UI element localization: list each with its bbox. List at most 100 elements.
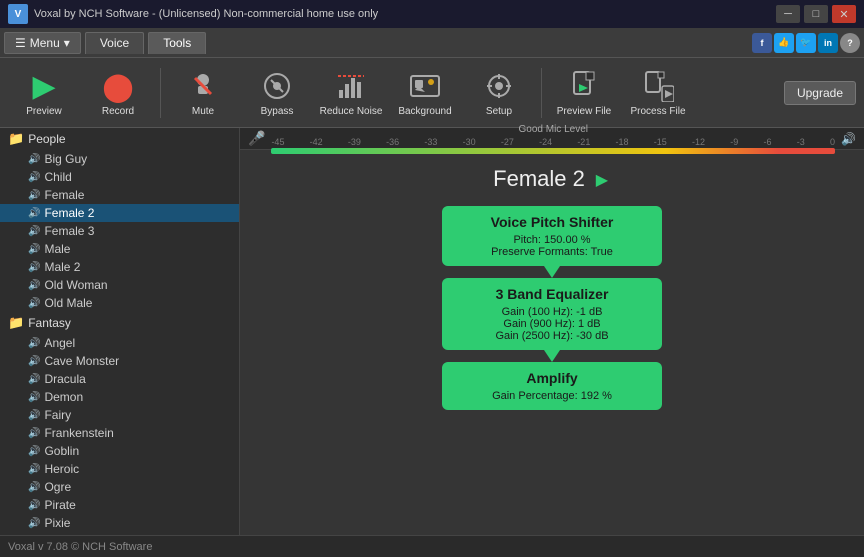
level-scale: -45 -42 -39 -36 -33 -30 -27 -24 -21 -18 … bbox=[271, 137, 835, 147]
list-item[interactable]: 🔊 Male 2 bbox=[0, 258, 239, 276]
effect-amplify[interactable]: Amplify Gain Percentage: 192 % bbox=[442, 362, 662, 410]
list-item[interactable]: 🔊 Ogre bbox=[0, 478, 239, 496]
process-file-icon bbox=[640, 68, 676, 104]
list-item[interactable]: 🔊 Heroic bbox=[0, 460, 239, 478]
effect-param-1: Gain (100 Hz): -1 dB bbox=[462, 306, 642, 318]
list-item[interactable]: 🔊 Pixie bbox=[0, 514, 239, 532]
setup-label: Setup bbox=[486, 106, 512, 117]
list-item[interactable]: 🔊 Female bbox=[0, 186, 239, 204]
voice-play-button[interactable]: ▶ bbox=[593, 170, 611, 188]
window-title: Voxal by NCH Software - (Unlicensed) Non… bbox=[34, 8, 776, 20]
microphone-icon: 🎤 bbox=[248, 130, 265, 147]
group-fantasy[interactable]: 📁 Fantasy bbox=[0, 312, 239, 334]
menu-label: Menu bbox=[30, 36, 60, 50]
twitter-icon[interactable]: 🐦 bbox=[796, 33, 816, 53]
speaker-icon: 🔊 bbox=[28, 280, 40, 291]
list-item[interactable]: 🔊 Fairy bbox=[0, 406, 239, 424]
background-button[interactable]: Background bbox=[389, 62, 461, 124]
arrow-down-1 bbox=[544, 266, 560, 278]
preview-button[interactable]: ▶ Preview bbox=[8, 62, 80, 124]
item-label: Female bbox=[44, 188, 84, 202]
title-bar: V Voxal by NCH Software - (Unlicensed) N… bbox=[0, 0, 864, 28]
group-fantasy-label: Fantasy bbox=[28, 316, 71, 330]
list-item[interactable]: 🔊 Demon bbox=[0, 388, 239, 406]
item-label: Ogre bbox=[44, 480, 71, 494]
speaker-icon: 🔊 bbox=[28, 356, 40, 367]
speaker-icon: 🔊 bbox=[28, 298, 40, 309]
linkedin-icon[interactable]: in bbox=[818, 33, 838, 53]
effect-param-2: Gain (900 Hz): 1 dB bbox=[462, 318, 642, 330]
list-item[interactable]: 🔊 Pirate bbox=[0, 496, 239, 514]
process-file-button[interactable]: Process File bbox=[622, 62, 694, 124]
list-item[interactable]: 🔊 Old Male bbox=[0, 294, 239, 312]
app-logo: V bbox=[8, 4, 28, 24]
volume-icon[interactable]: 🔊 bbox=[841, 132, 856, 146]
like-icon[interactable]: 👍 bbox=[774, 33, 794, 53]
list-item[interactable]: 🔊 Dracula bbox=[0, 370, 239, 388]
list-item[interactable]: 🔊 Big Guy bbox=[0, 150, 239, 168]
tab-voice[interactable]: Voice bbox=[85, 32, 144, 54]
separator-2 bbox=[541, 68, 542, 118]
upgrade-button[interactable]: Upgrade bbox=[784, 81, 856, 105]
list-item[interactable]: 🔊 Male bbox=[0, 240, 239, 258]
speaker-icon: 🔊 bbox=[28, 392, 40, 403]
group-people-label: People bbox=[28, 132, 65, 146]
setup-icon bbox=[481, 68, 517, 104]
speaker-icon: 🔊 bbox=[28, 208, 40, 219]
preview-file-icon bbox=[566, 68, 602, 104]
social-icons: f 👍 🐦 in ? bbox=[752, 33, 860, 53]
speaker-icon: 🔊 bbox=[28, 374, 40, 385]
speaker-icon: 🔊 bbox=[28, 464, 40, 475]
maximize-button[interactable]: □ bbox=[804, 5, 828, 23]
help-icon[interactable]: ? bbox=[840, 33, 860, 53]
effects-area: Female 2 ▶ Voice Pitch Shifter Pitch: 15… bbox=[240, 150, 864, 535]
speaker-icon: 🔊 bbox=[28, 262, 40, 273]
tab-tools[interactable]: Tools bbox=[148, 32, 206, 54]
speaker-icon: 🔊 bbox=[28, 518, 40, 529]
folder-icon: 📁 bbox=[8, 131, 24, 147]
setup-button[interactable]: Setup bbox=[463, 62, 535, 124]
list-item[interactable]: 🔊 Super Villain bbox=[0, 532, 239, 535]
menu-right-actions: f 👍 🐦 in ? bbox=[752, 33, 860, 53]
item-label: Goblin bbox=[44, 444, 79, 458]
item-label: Angel bbox=[44, 336, 75, 350]
content-area: 🎤 Good Mic Level -45 -42 -39 -36 -33 -30… bbox=[240, 128, 864, 535]
window-controls: ─ □ ✕ bbox=[776, 5, 856, 23]
effect-3band-equalizer[interactable]: 3 Band Equalizer Gain (100 Hz): -1 dB Ga… bbox=[442, 278, 662, 350]
list-item[interactable]: 🔊 Female 3 bbox=[0, 222, 239, 240]
speaker-icon: 🔊 bbox=[28, 410, 40, 421]
bypass-button[interactable]: Bypass bbox=[241, 62, 313, 124]
facebook-icon[interactable]: f bbox=[752, 33, 772, 53]
list-item[interactable]: 🔊 Frankenstein bbox=[0, 424, 239, 442]
speaker-icon: 🔊 bbox=[28, 154, 40, 165]
reduce-noise-icon bbox=[333, 68, 369, 104]
list-item-selected[interactable]: 🔊 Female 2 bbox=[0, 204, 239, 222]
item-label: Frankenstein bbox=[44, 426, 113, 440]
speaker-icon: 🔊 bbox=[28, 244, 40, 255]
list-item[interactable]: 🔊 Child bbox=[0, 168, 239, 186]
effect-param-3: Gain (2500 Hz): -30 dB bbox=[462, 330, 642, 342]
item-label: Pixie bbox=[44, 516, 70, 530]
list-item[interactable]: 🔊 Goblin bbox=[0, 442, 239, 460]
list-item[interactable]: 🔊 Old Woman bbox=[0, 276, 239, 294]
close-button[interactable]: ✕ bbox=[832, 5, 856, 23]
menu-bar: ☰ Menu ▾ Voice Tools f 👍 🐦 in ? bbox=[0, 28, 864, 58]
level-bar bbox=[271, 148, 835, 154]
mic-level-bar: 🎤 Good Mic Level -45 -42 -39 -36 -33 -30… bbox=[240, 128, 864, 150]
list-item[interactable]: 🔊 Cave Monster bbox=[0, 352, 239, 370]
group-people[interactable]: 📁 People bbox=[0, 128, 239, 150]
effect-voice-pitch-shifter[interactable]: Voice Pitch Shifter Pitch: 150.00 % Pres… bbox=[442, 206, 662, 266]
item-label: Demon bbox=[44, 390, 83, 404]
minimize-button[interactable]: ─ bbox=[776, 5, 800, 23]
menu-chevron-icon: ▾ bbox=[64, 36, 70, 50]
item-label: Cave Monster bbox=[44, 354, 119, 368]
item-label: Super Villain bbox=[44, 534, 111, 535]
list-item[interactable]: 🔊 Angel bbox=[0, 334, 239, 352]
menu-button[interactable]: ☰ Menu ▾ bbox=[4, 32, 81, 54]
mute-button[interactable]: Mute bbox=[167, 62, 239, 124]
item-label: Male bbox=[44, 242, 70, 256]
record-button[interactable]: ⬤ Record bbox=[82, 62, 154, 124]
preview-file-button[interactable]: Preview File bbox=[548, 62, 620, 124]
reduce-noise-button[interactable]: Reduce Noise bbox=[315, 62, 387, 124]
record-icon: ⬤ bbox=[100, 68, 136, 104]
